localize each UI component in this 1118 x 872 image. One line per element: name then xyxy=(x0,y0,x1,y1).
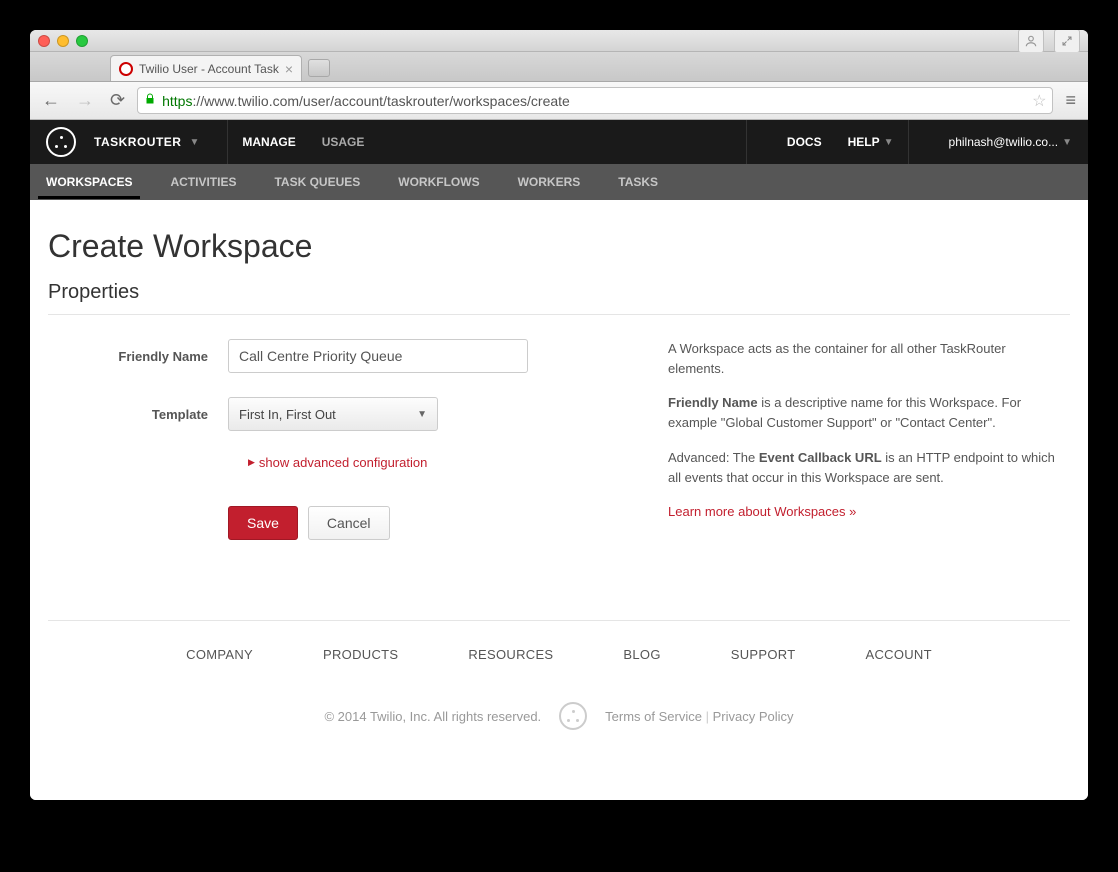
page-title: Create Workspace xyxy=(48,228,1070,265)
browser-tabbar: Twilio User - Account Task × xyxy=(30,52,1088,82)
subnav-activities[interactable]: ACTIVITIES xyxy=(170,175,236,189)
chevron-down-icon: ▼ xyxy=(417,409,427,420)
minimize-window-icon[interactable] xyxy=(57,35,69,47)
footer-link-blog[interactable]: BLOG xyxy=(623,647,660,662)
show-advanced-toggle[interactable]: ▶ show advanced configuration xyxy=(248,455,608,470)
footer-link-account[interactable]: ACCOUNT xyxy=(865,647,931,662)
template-label: Template xyxy=(48,407,228,422)
twilio-logo-icon[interactable] xyxy=(46,127,76,157)
footer-link-resources[interactable]: RESOURCES xyxy=(468,647,553,662)
triangle-right-icon: ▶ xyxy=(248,457,255,468)
template-select[interactable]: First In, First Out ▼ xyxy=(228,397,438,431)
subnav-workers[interactable]: WORKERS xyxy=(518,175,581,189)
cancel-button[interactable]: Cancel xyxy=(308,506,390,540)
window-titlebar xyxy=(30,30,1088,52)
hamburger-menu-icon[interactable]: ≡ xyxy=(1061,90,1080,111)
friendly-name-input[interactable] xyxy=(228,339,528,373)
help-text-2: Friendly Name is a descriptive name for … xyxy=(668,393,1060,433)
learn-more-link[interactable]: Learn more about Workspaces » xyxy=(668,504,856,519)
subnav-workspaces[interactable]: WORKSPACES xyxy=(46,175,132,189)
back-button[interactable]: ← xyxy=(38,90,64,111)
footer-link-products[interactable]: PRODUCTS xyxy=(323,647,398,662)
fullscreen-button[interactable] xyxy=(1054,30,1080,53)
nav-help[interactable]: HELP▼ xyxy=(848,135,894,149)
help-text-3: Advanced: The Event Callback URL is an H… xyxy=(668,448,1060,488)
app-topbar: TASKROUTER ▼ MANAGE USAGE DOCS HELP▼ phi… xyxy=(30,120,1088,164)
subnav-task-queues[interactable]: TASK QUEUES xyxy=(274,175,360,189)
tab-title: Twilio User - Account Task xyxy=(139,62,279,76)
bookmark-star-icon[interactable]: ☆ xyxy=(1032,91,1046,111)
save-button[interactable]: Save xyxy=(228,506,298,540)
nav-usage[interactable]: USAGE xyxy=(322,135,365,149)
browser-window: Twilio User - Account Task × ← → ⟳ https… xyxy=(30,30,1088,800)
forward-button[interactable]: → xyxy=(72,90,98,111)
close-window-icon[interactable] xyxy=(38,35,50,47)
help-text-1: A Workspace acts as the container for al… xyxy=(668,339,1060,379)
nav-manage[interactable]: MANAGE xyxy=(242,135,295,149)
twilio-favicon-icon xyxy=(119,62,133,76)
nav-docs[interactable]: DOCS xyxy=(787,135,822,149)
privacy-link[interactable]: Privacy Policy xyxy=(713,709,794,724)
new-tab-button[interactable] xyxy=(308,59,330,77)
browser-toolbar: ← → ⟳ https://www.twilio.com/user/accoun… xyxy=(30,82,1088,120)
terms-link[interactable]: Terms of Service xyxy=(605,709,702,724)
browser-tab[interactable]: Twilio User - Account Task × xyxy=(110,55,302,81)
properties-form: Friendly Name Template First In, First O… xyxy=(48,339,608,540)
subnav-workflows[interactable]: WORKFLOWS xyxy=(398,175,479,189)
friendly-name-label: Friendly Name xyxy=(48,349,228,364)
subnav-tasks[interactable]: TASKS xyxy=(618,175,658,189)
product-name[interactable]: TASKROUTER xyxy=(94,135,181,149)
profile-button[interactable] xyxy=(1018,30,1044,53)
zoom-window-icon[interactable] xyxy=(76,35,88,47)
page-footer: COMPANY PRODUCTS RESOURCES BLOG SUPPORT … xyxy=(48,620,1070,756)
chevron-down-icon[interactable]: ▼ xyxy=(189,137,199,148)
url-text: https://www.twilio.com/user/account/task… xyxy=(162,93,1026,109)
template-value: First In, First Out xyxy=(239,407,336,422)
account-menu[interactable]: philnash@twilio.co...▼ xyxy=(949,135,1072,149)
copyright: © 2014 Twilio, Inc. All rights reserved. xyxy=(324,709,541,724)
page-content: Create Workspace Properties Friendly Nam… xyxy=(30,200,1088,800)
twilio-app: TASKROUTER ▼ MANAGE USAGE DOCS HELP▼ phi… xyxy=(30,120,1088,800)
section-title: Properties xyxy=(48,281,1070,315)
footer-link-company[interactable]: COMPANY xyxy=(186,647,253,662)
reload-button[interactable]: ⟳ xyxy=(106,90,129,111)
twilio-logo-icon xyxy=(559,702,587,730)
lock-icon xyxy=(144,92,156,109)
address-bar[interactable]: https://www.twilio.com/user/account/task… xyxy=(137,87,1053,114)
app-subnav: WORKSPACES ACTIVITIES TASK QUEUES WORKFL… xyxy=(30,164,1088,200)
help-panel: A Workspace acts as the container for al… xyxy=(668,339,1070,540)
footer-link-support[interactable]: SUPPORT xyxy=(731,647,796,662)
close-tab-icon[interactable]: × xyxy=(285,61,293,77)
